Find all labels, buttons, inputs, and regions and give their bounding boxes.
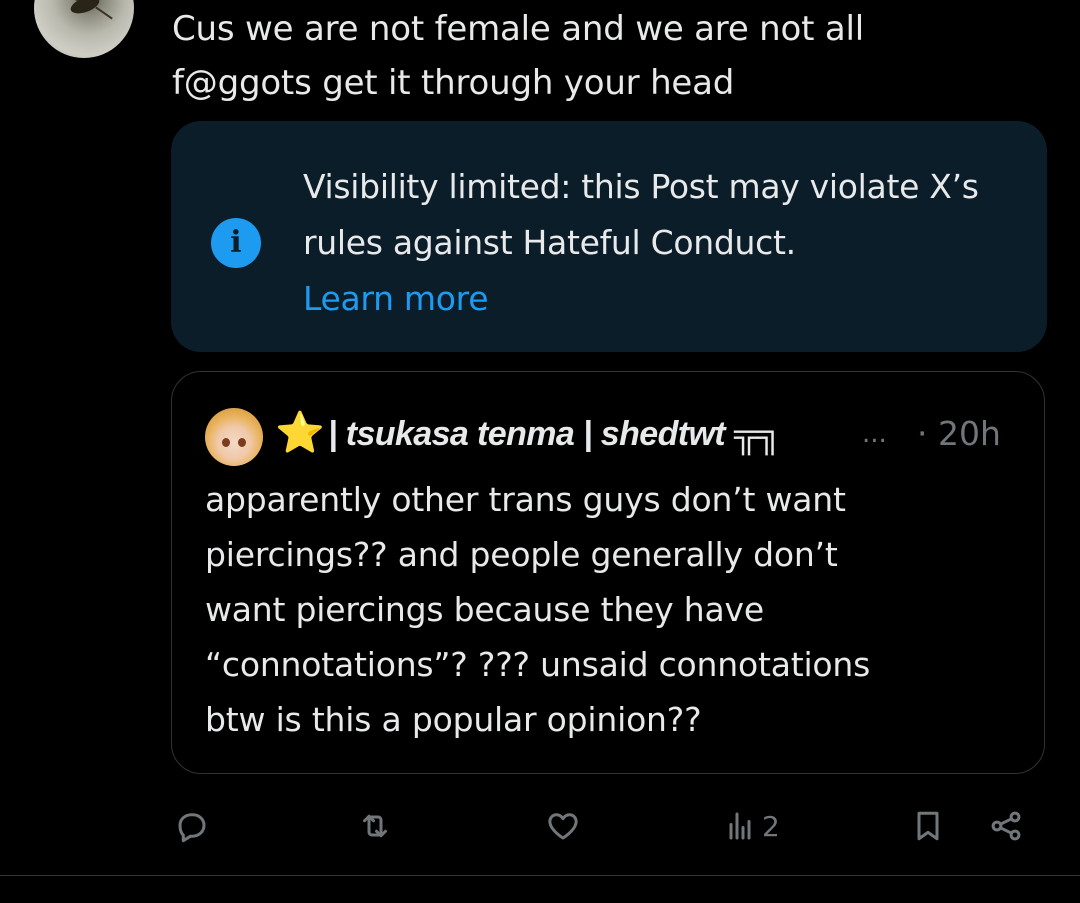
- visibility-notice-text: Visibility limited: this Post may violat…: [303, 167, 979, 262]
- visibility-notice: i Visibility limited: this Post may viol…: [171, 121, 1047, 352]
- avatar-detail: [238, 438, 246, 447]
- avatar-detail: [222, 438, 230, 447]
- quoted-author-name: | tsukasa tenma | shedtwt ╦╗: [328, 415, 781, 453]
- like-icon: [548, 813, 578, 840]
- share-button[interactable]: [988, 804, 1024, 848]
- repost-button[interactable]: [357, 804, 393, 848]
- learn-more-link[interactable]: Learn more: [303, 271, 489, 327]
- reply-button[interactable]: [174, 804, 210, 848]
- views-count: 2: [762, 809, 780, 843]
- quoted-post[interactable]: ⭐ | tsukasa tenma | shedtwt ╦╗ ... · 20h…: [171, 371, 1045, 774]
- star-emoji-icon: ⭐: [275, 410, 325, 456]
- post-divider: [0, 875, 1080, 876]
- action-bar: 2: [172, 798, 1032, 854]
- avatar-detail: [95, 6, 113, 20]
- repost-icon: [363, 814, 387, 838]
- quoted-post-text: apparently other trans guys don’t want p…: [205, 480, 871, 739]
- name-truncation-ellipsis: ...: [862, 419, 887, 449]
- views-icon: [729, 812, 751, 840]
- quoted-author-avatar: [205, 408, 263, 466]
- author-avatar[interactable]: [34, 0, 134, 58]
- views-button[interactable]: 2: [722, 804, 780, 848]
- quoted-post-time: · 20h: [917, 414, 1001, 453]
- bookmark-button[interactable]: [910, 804, 946, 848]
- bookmark-icon: [917, 811, 939, 841]
- share-icon: [991, 811, 1021, 841]
- post-text: Cus we are not female and we are not all…: [172, 9, 864, 103]
- reply-icon: [178, 813, 206, 843]
- info-icon: i: [211, 218, 261, 268]
- like-button[interactable]: [545, 804, 581, 848]
